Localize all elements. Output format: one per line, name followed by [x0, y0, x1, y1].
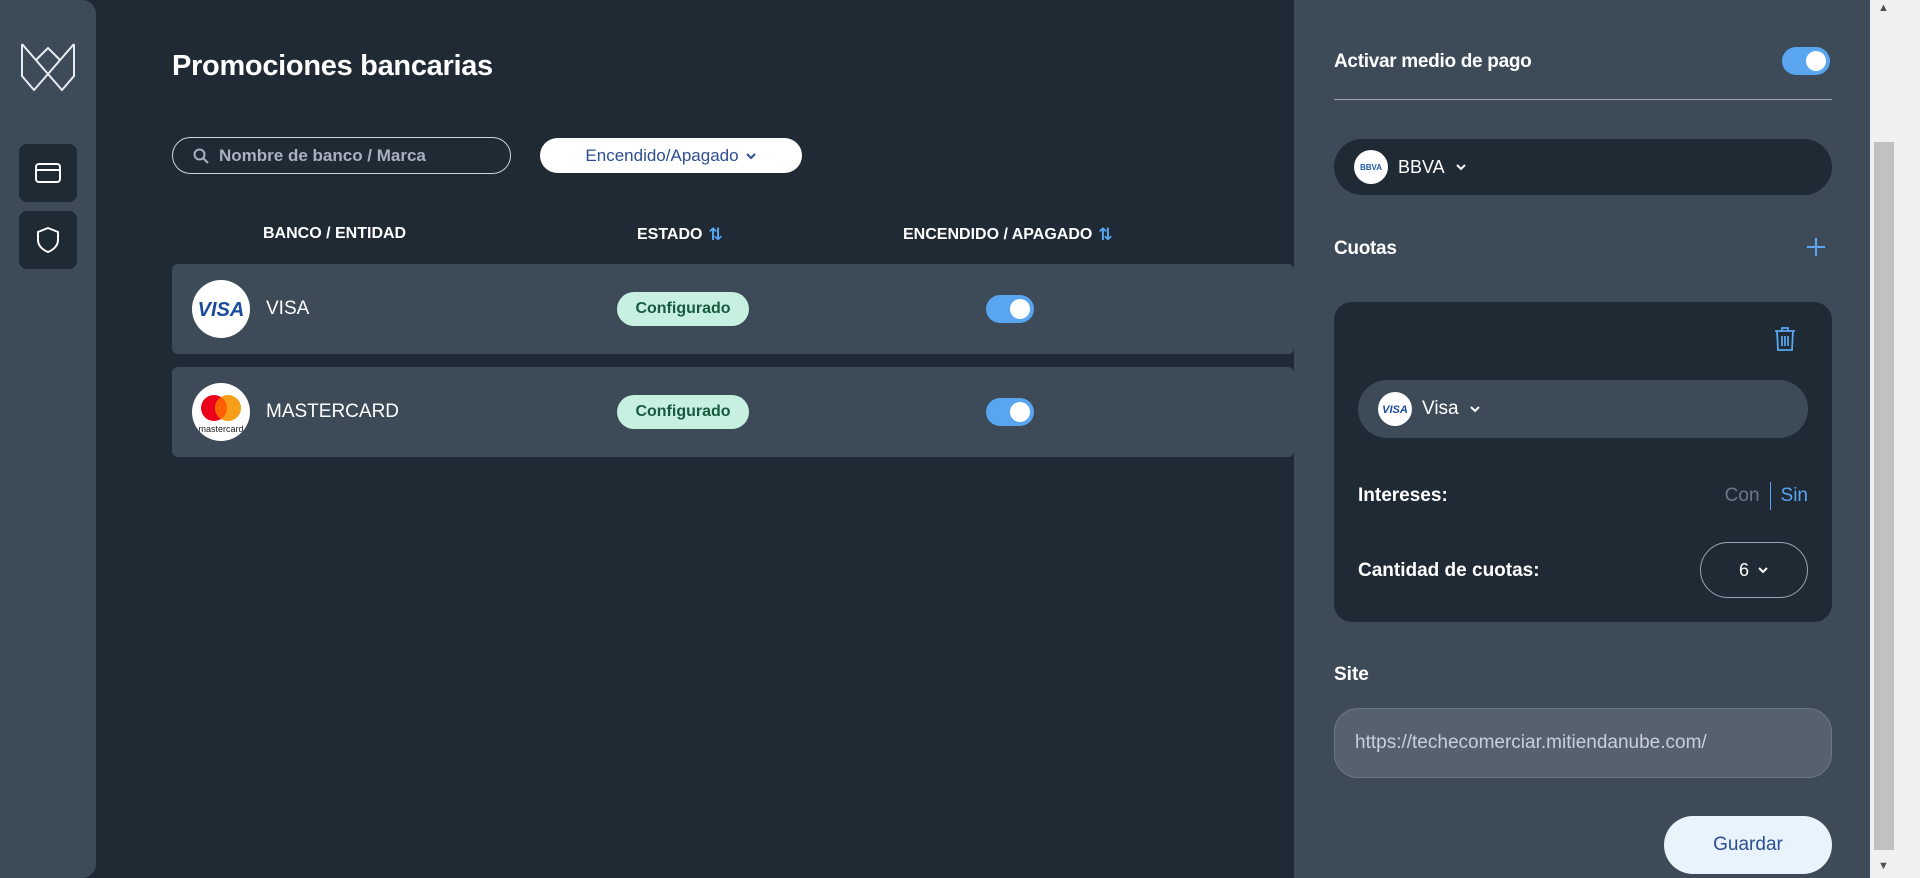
chevron-down-icon [745, 152, 756, 159]
row-enable-toggle[interactable] [986, 398, 1034, 426]
intereses-switch: Con Sin [1725, 482, 1808, 510]
intereses-con-option[interactable]: Con [1725, 485, 1770, 507]
nav-security-button[interactable] [19, 211, 77, 269]
cantidad-cuotas-label: Cantidad de cuotas: [1358, 560, 1540, 581]
intereses-sin-option[interactable]: Sin [1771, 485, 1808, 507]
scroll-down-icon[interactable]: ▼ [1878, 860, 1889, 872]
sort-icon[interactable]: ⇅ [1098, 225, 1112, 245]
filter-label: Encendido/Apagado [585, 145, 739, 165]
panel-title: Activar medio de pago [1334, 51, 1532, 72]
table-row[interactable]: mastercard MASTERCARD Configurado [172, 367, 1294, 457]
svg-text:VISA: VISA [198, 299, 245, 319]
payment-config-panel: Activar medio de pago BBVA BBVA Cuotas V… [1294, 0, 1870, 878]
page-title: Promociones bancarias [172, 50, 493, 82]
status-badge: Configurado [617, 292, 749, 326]
delete-cuota-button[interactable] [1774, 326, 1796, 357]
site-input[interactable] [1334, 708, 1832, 778]
credit-card-icon [35, 163, 61, 183]
svg-text:mastercard: mastercard [198, 424, 243, 434]
sort-icon[interactable]: ⇅ [708, 225, 722, 245]
column-header-status-label: ESTADO [637, 226, 703, 243]
scroll-up-icon[interactable]: ▲ [1878, 2, 1889, 14]
card-select[interactable]: VISA Visa [1358, 380, 1808, 438]
row-bank-name: MASTERCARD [266, 401, 400, 422]
search-icon [193, 148, 209, 164]
mastercard-logo-icon: mastercard [192, 383, 250, 441]
cantidad-cuotas-select[interactable]: 6 [1700, 542, 1808, 598]
sidebar [0, 0, 96, 878]
search-box[interactable] [172, 137, 511, 174]
column-header-onoff-label: ENCENDIDO / APAGADO [903, 226, 1093, 243]
visa-logo-text: VISA [1382, 404, 1408, 415]
status-badge: Configurado [617, 395, 749, 429]
cuota-card: VISA Visa Intereses: Con Sin Cantidad de… [1334, 302, 1832, 622]
intereses-label: Intereses: [1358, 485, 1448, 506]
scrollbar-thumb[interactable] [1874, 142, 1894, 850]
save-button[interactable]: Guardar [1664, 816, 1832, 874]
brand-logo-icon[interactable] [20, 40, 76, 94]
table-row[interactable]: VISA VISA Configurado [172, 264, 1294, 354]
column-header-status[interactable]: ESTADO ⇅ [637, 225, 723, 245]
bank-select[interactable]: BBVA BBVA [1334, 139, 1832, 195]
bbva-logo-icon: BBVA [1354, 150, 1388, 184]
onoff-filter-dropdown[interactable]: Encendido/Apagado [540, 138, 802, 173]
column-header-onoff[interactable]: ENCENDIDO / APAGADO ⇅ [903, 225, 1113, 245]
nav-payments-button[interactable] [19, 144, 77, 202]
chevron-down-icon [1469, 406, 1480, 413]
trash-icon [1775, 327, 1795, 351]
cuotas-title: Cuotas [1334, 238, 1397, 259]
chevron-down-icon [1758, 567, 1768, 574]
add-cuota-button[interactable] [1806, 233, 1826, 263]
visa-logo-icon: VISA [1378, 392, 1412, 426]
activate-payment-toggle[interactable] [1782, 47, 1830, 75]
search-input[interactable] [219, 145, 489, 166]
visa-logo-icon: VISA [192, 280, 250, 338]
column-header-bank: BANCO / ENTIDAD [263, 225, 406, 243]
bank-select-label: BBVA [1398, 156, 1445, 177]
row-bank-name: VISA [266, 298, 310, 319]
shield-icon [37, 227, 59, 253]
column-header-bank-label: BANCO / ENTIDAD [263, 225, 407, 242]
card-select-label: Visa [1422, 398, 1459, 419]
site-label: Site [1334, 664, 1369, 685]
divider [1334, 99, 1832, 100]
cantidad-cuotas-value: 6 [1738, 559, 1749, 580]
row-enable-toggle[interactable] [986, 295, 1034, 323]
chevron-down-icon [1455, 164, 1466, 171]
plus-icon [1807, 238, 1825, 256]
